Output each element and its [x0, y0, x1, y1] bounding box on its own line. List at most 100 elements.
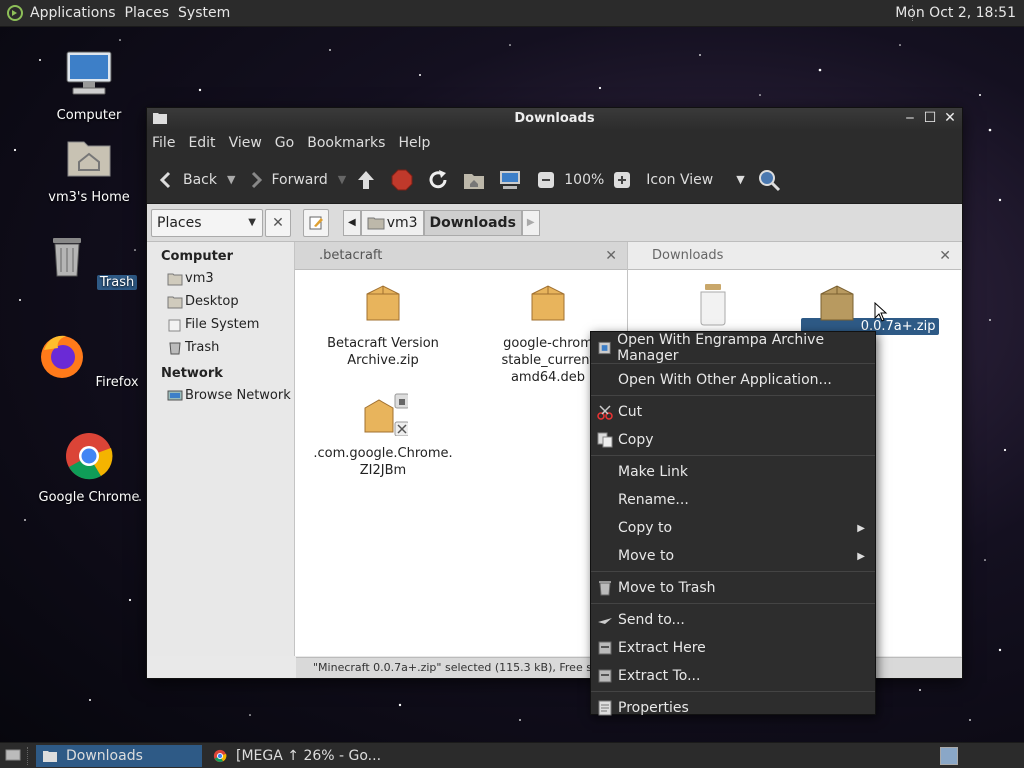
- sidebar-item-trash[interactable]: Trash: [147, 336, 294, 359]
- close-button[interactable]: ✕: [942, 110, 958, 126]
- home-folder-icon: [367, 217, 385, 229]
- menu-item-rename[interactable]: Rename...: [591, 486, 875, 514]
- breadcrumb-vm3[interactable]: vm3: [360, 209, 424, 236]
- desktop-icon-label: Firefox: [95, 375, 139, 390]
- desktop-icon-home[interactable]: vm3's Home: [29, 130, 149, 205]
- menu-item-make-link[interactable]: Make Link: [591, 458, 875, 486]
- desktop-icon-firefox[interactable]: Firefox: [29, 330, 149, 390]
- sidebar-places-select[interactable]: Places ▼: [151, 208, 263, 237]
- home-icon[interactable]: [462, 168, 486, 192]
- menu-item-open-with-engrampa[interactable]: Open With Engrampa Archive Manager: [591, 332, 875, 364]
- clock[interactable]: Mon Oct 2, 18:51: [895, 5, 1016, 21]
- sidebar-item-browse-network[interactable]: Browse Network: [147, 384, 294, 407]
- menu-help[interactable]: Help: [398, 135, 430, 151]
- zoom-level[interactable]: 100%: [564, 172, 604, 188]
- zoom-out-icon[interactable]: [534, 168, 558, 192]
- minimize-button[interactable]: ‒: [902, 110, 918, 126]
- pane-tab-label: .betacraft: [319, 248, 383, 263]
- drive-icon: [168, 319, 181, 331]
- send-icon: [598, 618, 612, 624]
- chrome-icon: [66, 433, 113, 480]
- menu-item-label: Properties: [618, 700, 689, 716]
- folder-icon: [153, 113, 167, 124]
- zoom-in-icon[interactable]: [610, 168, 634, 192]
- window-titlebar[interactable]: Downloads ‒ ☐ ✕: [147, 108, 962, 130]
- breadcrumb-right-arrow[interactable]: ▶: [521, 209, 540, 236]
- up-arrow-icon[interactable]: [354, 168, 378, 192]
- menu-item-copy[interactable]: Copy: [591, 426, 875, 454]
- breadcrumb-downloads[interactable]: Downloads: [423, 209, 522, 236]
- forward-label: Forward: [271, 171, 328, 188]
- menu-item-copy-to[interactable]: Copy to ▶: [591, 514, 875, 542]
- close-sidebar-button[interactable]: ✕: [265, 208, 291, 237]
- back-arrow-icon: [159, 171, 171, 188]
- file-item[interactable]: [643, 282, 783, 335]
- pane-tab-label: Downloads: [652, 248, 724, 263]
- forward-history-dropdown[interactable]: ▼: [338, 173, 346, 186]
- menu-item-label: Extract To...: [618, 668, 701, 684]
- show-desktop-button[interactable]: [4, 747, 28, 765]
- view-mode-dropdown-icon[interactable]: ▼: [736, 173, 744, 186]
- view-mode-select[interactable]: Icon View: [646, 172, 736, 188]
- sidebar-item-vm3[interactable]: vm3: [147, 267, 294, 290]
- forward-button[interactable]: Forward: [243, 168, 328, 192]
- menu-item-label: Move to: [618, 548, 675, 564]
- search-icon[interactable]: [757, 168, 781, 192]
- left-pane: .betacraft ✕ Betacraft Version Archive.z…: [295, 242, 628, 656]
- file-name-line: Archive.zip: [347, 353, 419, 368]
- menu-item-label: Copy to: [618, 520, 673, 536]
- mate-logo-icon[interactable]: [6, 4, 24, 22]
- desktop-icon-chrome[interactable]: Google Chrome: [29, 430, 149, 505]
- system-menu[interactable]: System: [178, 5, 230, 21]
- menu-view[interactable]: View: [229, 135, 262, 151]
- menu-item-label: Make Link: [618, 464, 688, 480]
- menu-item-cut[interactable]: Cut: [591, 398, 875, 426]
- menu-item-extract-here[interactable]: Extract Here: [591, 634, 875, 662]
- context-menu: Open With Engrampa Archive Manager Open …: [590, 331, 876, 716]
- desktop-icon-trash[interactable]: Trash: [29, 230, 149, 290]
- stop-icon[interactable]: [390, 168, 414, 192]
- task-label: Downloads: [66, 747, 143, 764]
- menu-file[interactable]: File: [152, 135, 175, 151]
- places-select-value: Places: [157, 214, 202, 231]
- menu-item-send-to[interactable]: Send to...: [591, 606, 875, 634]
- workspace-switcher[interactable]: [940, 747, 958, 765]
- archive-manager-icon: [598, 341, 611, 355]
- file-name-line: .com.google.Chrome.: [313, 446, 453, 461]
- menu-item-extract-to[interactable]: Extract To...: [591, 662, 875, 690]
- menu-go[interactable]: Go: [275, 135, 294, 151]
- close-pane-icon[interactable]: ✕: [939, 248, 951, 264]
- toggle-location-entry-button[interactable]: [303, 208, 329, 237]
- menu-item-label: Extract Here: [618, 640, 706, 656]
- task-chrome-mega[interactable]: [MEGA ↑ 26% - Go...: [206, 745, 381, 767]
- menu-edit[interactable]: Edit: [188, 135, 215, 151]
- toolbar: Back ▼ Forward ▼ 100% Icon View ▼: [147, 156, 962, 204]
- submenu-arrow-icon: ▶: [857, 522, 865, 534]
- menu-item-label: Send to...: [618, 612, 685, 628]
- menu-item-label: Rename...: [618, 492, 689, 508]
- task-downloads[interactable]: Downloads: [36, 744, 202, 767]
- maximize-button[interactable]: ☐: [922, 110, 938, 126]
- desktop-icon-computer[interactable]: Computer: [29, 48, 149, 123]
- applications-menu[interactable]: Applications: [30, 5, 116, 21]
- window-title: Downloads: [514, 111, 595, 126]
- computer-icon[interactable]: [498, 168, 522, 192]
- sidebar-item-file-system[interactable]: File System: [147, 313, 294, 336]
- sidebar-item-desktop[interactable]: Desktop: [147, 290, 294, 313]
- menu-item-move-to-trash[interactable]: Move to Trash: [591, 574, 875, 602]
- locked-file-icon: [364, 393, 410, 437]
- menu-item-properties[interactable]: Properties: [591, 694, 875, 722]
- file-item[interactable]: Betacraft Version Archive.zip: [313, 282, 453, 369]
- menu-item-move-to[interactable]: Move to ▶: [591, 542, 875, 570]
- back-history-dropdown[interactable]: ▼: [227, 173, 235, 186]
- menu-item-open-with-other[interactable]: Open With Other Application...: [591, 366, 875, 394]
- pane-tab-downloads[interactable]: Downloads ✕: [628, 242, 961, 270]
- reload-icon[interactable]: [426, 168, 450, 192]
- back-button[interactable]: Back: [155, 168, 217, 192]
- breadcrumb-left-arrow[interactable]: ◀: [343, 209, 361, 236]
- pane-tab-betacraft[interactable]: .betacraft ✕: [295, 242, 627, 270]
- places-menu[interactable]: Places: [125, 5, 170, 21]
- close-pane-icon[interactable]: ✕: [605, 248, 617, 264]
- file-item[interactable]: .com.google.Chrome. ZI2JBm: [313, 392, 453, 479]
- menu-bookmarks[interactable]: Bookmarks: [307, 135, 385, 151]
